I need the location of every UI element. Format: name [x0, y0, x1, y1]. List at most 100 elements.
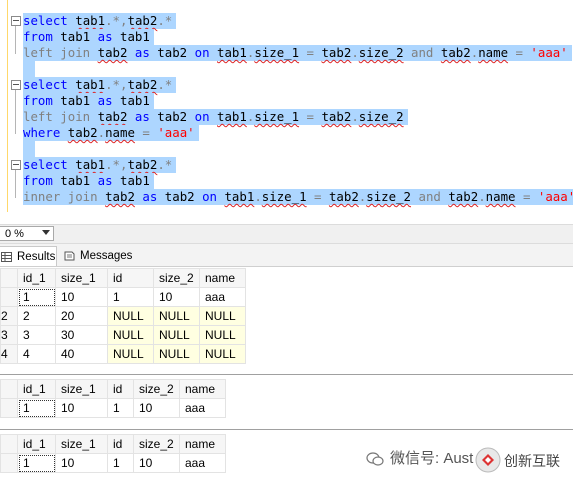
table-cell[interactable]: 1: [17, 287, 56, 307]
row-number[interactable]: 3: [0, 325, 18, 345]
table-cell[interactable]: NULL: [199, 325, 246, 345]
column-header[interactable]: size_2: [133, 379, 180, 399]
code-token: tab2: [127, 157, 158, 172]
code-token: tab2: [328, 189, 359, 204]
table-row[interactable]: 1 10 1 10 aaa: [0, 453, 226, 473]
column-header[interactable]: id: [107, 379, 134, 399]
table-row[interactable]: 3 3 30 NULL NULL NULL: [0, 325, 246, 345]
table-cell[interactable]: NULL: [153, 344, 200, 364]
table-cell[interactable]: NULL: [107, 325, 154, 345]
code-token: name: [105, 125, 135, 140]
code-line[interactable]: left join tab2 as tab2 on tab1.size_1 = …: [23, 45, 572, 61]
table-cell[interactable]: 20: [55, 306, 108, 326]
table-cell[interactable]: NULL: [199, 306, 246, 326]
chevron-down-icon[interactable]: [42, 230, 50, 235]
code-token: left join: [23, 109, 91, 124]
table-cell[interactable]: 10: [133, 453, 180, 473]
code-line[interactable]: from tab1 as tab1: [23, 93, 154, 109]
code-line[interactable]: select tab1.*,tab2.*: [23, 157, 177, 173]
column-header[interactable]: id: [107, 268, 154, 288]
table-row[interactable]: 1 10 1 10 aaa: [0, 398, 226, 418]
column-header[interactable]: size_1: [55, 379, 108, 399]
column-header[interactable]: size_2: [133, 434, 180, 454]
table-row[interactable]: 2 2 20 NULL NULL NULL: [0, 306, 246, 326]
code-line[interactable]: left join tab2 as tab2 on tab1.size_1 = …: [23, 109, 408, 125]
code-token: *: [112, 77, 121, 92]
blank-line[interactable]: [23, 141, 35, 157]
column-header[interactable]: size_2: [153, 268, 200, 288]
table-cell[interactable]: 10: [133, 398, 180, 418]
row-number[interactable]: [0, 398, 18, 418]
table-cell[interactable]: NULL: [153, 325, 200, 345]
table-cell[interactable]: 1: [107, 398, 134, 418]
table-cell[interactable]: aaa: [199, 287, 246, 307]
collapse-icon[interactable]: [11, 160, 21, 170]
column-header[interactable]: name: [179, 379, 226, 399]
code-token: tab2: [97, 45, 128, 60]
code-line[interactable]: select tab1.*,tab2.*: [23, 13, 177, 29]
table-cell[interactable]: 3: [17, 325, 56, 345]
table-cell[interactable]: 1: [107, 287, 154, 307]
sql-editor[interactable]: select tab1.*,tab2.* from tab1 as tab1 lef…: [0, 0, 573, 222]
code-token: *: [164, 77, 173, 92]
row-number[interactable]: [0, 287, 18, 307]
code-line[interactable]: from tab1 as tab1: [23, 173, 154, 189]
table-cell[interactable]: 1: [17, 453, 56, 473]
code-line[interactable]: where tab2.name = 'aaa': [23, 125, 199, 141]
table-cell[interactable]: aaa: [179, 453, 226, 473]
collapse-icon[interactable]: [11, 80, 21, 90]
code-line[interactable]: from tab1 as tab1: [23, 29, 154, 45]
table-cell[interactable]: 10: [153, 287, 200, 307]
code-token: .: [157, 157, 165, 172]
grid-divider[interactable]: [0, 374, 573, 375]
result-grid-1[interactable]: id_1 size_1 id size_2 name 1 10 1 10 aaa 2 2 20 NULL N…: [0, 268, 246, 364]
grid-header-row: id_1 size_1 id size_2 name: [0, 268, 246, 288]
column-header[interactable]: size_1: [55, 268, 108, 288]
table-cell[interactable]: 10: [55, 398, 108, 418]
collapse-icon[interactable]: [11, 16, 21, 26]
code-line[interactable]: select tab1.*,tab2.*: [23, 77, 177, 93]
table-cell[interactable]: 1: [107, 453, 134, 473]
code-token: inner join: [23, 189, 98, 204]
table-cell[interactable]: NULL: [199, 344, 246, 364]
code-token: =: [306, 189, 329, 204]
table-cell[interactable]: NULL: [153, 306, 200, 326]
column-header[interactable]: id_1: [17, 434, 56, 454]
blank-line[interactable]: [23, 61, 35, 77]
grid-corner[interactable]: [0, 268, 18, 288]
table-cell[interactable]: 4: [17, 344, 56, 364]
grid-divider[interactable]: [0, 429, 573, 430]
grid-corner[interactable]: [0, 379, 18, 399]
table-cell[interactable]: 40: [55, 344, 108, 364]
table-cell[interactable]: NULL: [107, 344, 154, 364]
result-grid-2[interactable]: id_1 size_1 id size_2 name 1 10 1 10 aaa: [0, 379, 226, 418]
row-number[interactable]: 2: [0, 306, 18, 326]
tab-messages[interactable]: Messages: [60, 246, 138, 266]
column-header[interactable]: name: [179, 434, 226, 454]
code-token: .: [157, 13, 165, 28]
table-row[interactable]: 4 4 40 NULL NULL NULL: [0, 344, 246, 364]
table-cell[interactable]: aaa: [179, 398, 226, 418]
column-header[interactable]: id: [107, 434, 134, 454]
column-header[interactable]: id_1: [17, 268, 56, 288]
row-number[interactable]: 4: [0, 344, 18, 364]
tab-results[interactable]: Results: [0, 246, 57, 266]
table-cell[interactable]: 30: [55, 325, 108, 345]
column-header[interactable]: size_1: [55, 434, 108, 454]
row-number[interactable]: [0, 453, 18, 473]
table-cell[interactable]: 2: [17, 306, 56, 326]
column-header[interactable]: name: [199, 268, 246, 288]
table-row[interactable]: 1 10 1 10 aaa: [0, 287, 246, 307]
code-token: from: [23, 29, 53, 44]
grid-corner[interactable]: [0, 434, 18, 454]
result-tabs: Results Messages: [0, 244, 573, 267]
table-cell[interactable]: 10: [55, 287, 108, 307]
table-cell[interactable]: 1: [17, 398, 56, 418]
code-line[interactable]: inner join tab2 as tab2 on tab1.size_1 =…: [23, 189, 573, 205]
table-cell[interactable]: NULL: [107, 306, 154, 326]
result-grid-3[interactable]: id_1 size_1 id size_2 name 1 10 1 10 aaa: [0, 434, 226, 473]
code-token: tab2: [149, 109, 195, 124]
table-cell[interactable]: 10: [55, 453, 108, 473]
column-header[interactable]: id_1: [17, 379, 56, 399]
